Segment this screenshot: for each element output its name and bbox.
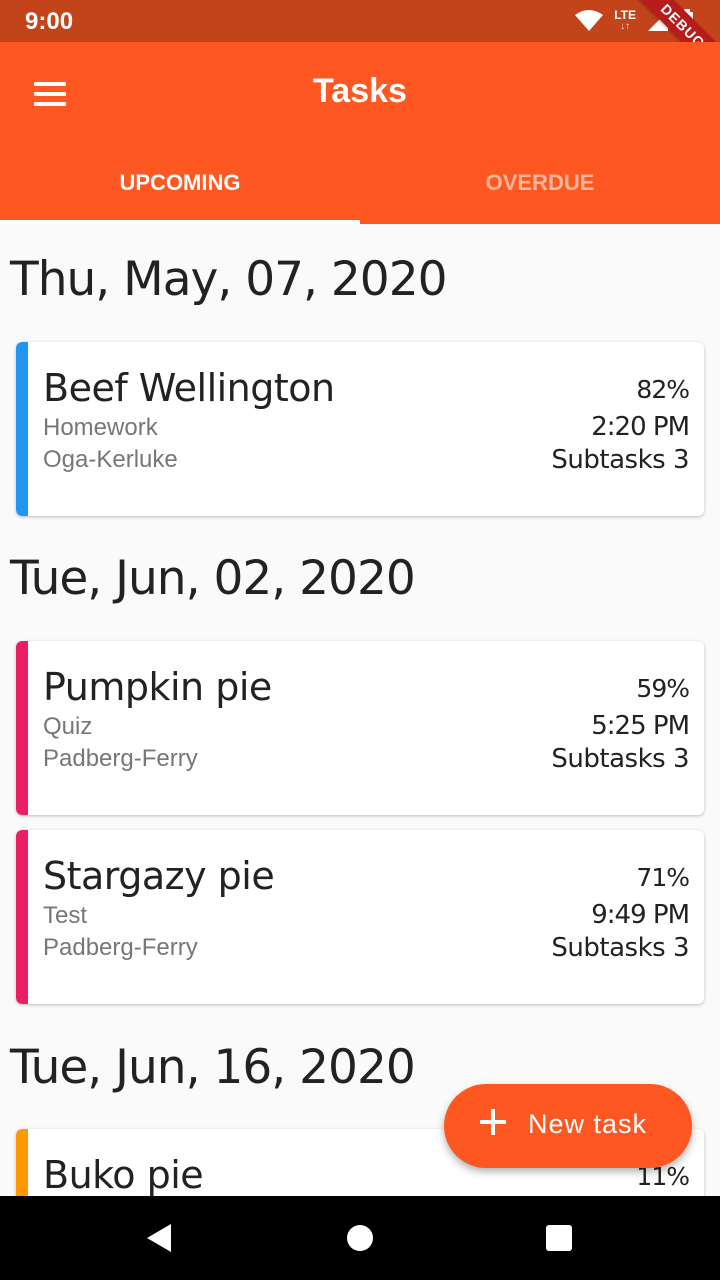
task-course: Oga-Kerluke [43,446,178,473]
task-card[interactable]: Beef Wellington Homework Oga-Kerluke 82%… [16,342,704,516]
date-header: Tue, Jun, 02, 2020 [10,551,416,606]
status-bar: 9:00 LTE ↓↑ [0,0,720,42]
task-course: Padberg-Ferry [43,934,198,961]
task-time: 2:20 PM [591,412,690,442]
task-course: Padberg-Ferry [43,745,198,772]
task-color-bar [16,342,28,516]
data-arrows-icon: ↓↑ [620,21,631,32]
task-type: Quiz [43,713,93,740]
app-bar: Tasks UPCOMING OVERDUE [0,42,720,224]
task-color-bar [16,830,28,1004]
page-title: Tasks [313,72,407,110]
home-icon[interactable] [347,1225,373,1251]
task-color-bar [16,641,28,815]
plus-icon [480,1109,506,1135]
task-progress: 59% [636,674,690,703]
task-name: Beef Wellington [43,366,335,410]
tab-overdue[interactable]: OVERDUE [360,150,720,224]
wifi-icon [575,10,604,31]
task-card[interactable]: Stargazy pie Test Padberg-Ferry 71% 9:49… [16,830,704,1004]
date-header: Thu, May, 07, 2020 [10,252,448,307]
task-type: Test [43,902,88,929]
task-name: Buko pie [43,1153,204,1196]
lte-indicator: LTE ↓↑ [614,9,636,33]
task-subtasks: Subtasks 3 [551,445,689,475]
task-progress: 71% [636,863,690,892]
recents-icon[interactable] [546,1225,572,1251]
task-time: 5:25 PM [591,711,690,741]
task-time: 9:49 PM [591,900,690,930]
tab-upcoming[interactable]: UPCOMING [0,150,360,224]
tab-bar: UPCOMING OVERDUE [0,150,720,224]
task-color-bar [16,1129,28,1196]
task-progress: 82% [636,375,690,404]
task-subtasks: Subtasks 3 [551,933,689,963]
date-header: Tue, Jun, 16, 2020 [10,1040,416,1095]
new-task-button[interactable]: New task [444,1084,692,1168]
back-icon[interactable] [147,1224,171,1252]
task-name: Pumpkin pie [43,665,272,709]
network-type: LTE [614,8,636,22]
task-card[interactable]: Pumpkin pie Quiz Padberg-Ferry 59% 5:25 … [16,641,704,815]
task-name: Stargazy pie [43,854,275,898]
navigation-bar [0,1196,720,1280]
task-subtasks: Subtasks 3 [551,744,689,774]
new-task-label: New task [528,1109,648,1139]
status-time: 9:00 [25,8,74,35]
task-type: Homework [43,414,158,441]
task-list[interactable]: Thu, May, 07, 2020 Beef Wellington Homew… [0,224,720,1196]
